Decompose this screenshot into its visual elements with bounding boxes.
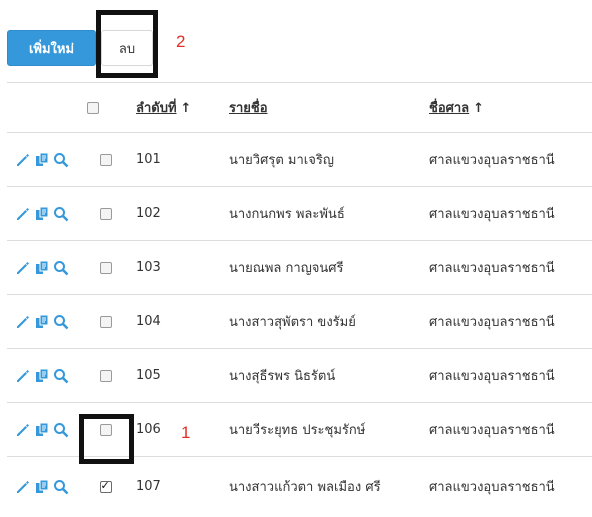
table-row: 106 นายวีระยุทธ ประชุมรักษ์ ศาลแขวงอุบลราช… <box>7 402 592 457</box>
row-checkbox[interactable] <box>99 153 112 166</box>
row-checkbox[interactable] <box>99 423 112 436</box>
row-court: ศาลแขวงอุบลราชธานี <box>419 240 592 295</box>
row-name: นายวิศรุต มาเจริญ <box>219 132 419 187</box>
header-select-all <box>87 82 124 133</box>
copy-icon[interactable] <box>34 422 50 438</box>
records-table: ลำดับที่ ↑ รายชื่อ ชื่อศาล ↑ 101 นายวิศรุต … <box>7 82 592 517</box>
row-name: นายณพล กาญจนศรี <box>219 240 419 295</box>
row-court: ศาลแขวงอุบลราชธานี <box>419 348 592 403</box>
row-order: 105 <box>124 348 219 403</box>
row-name: นายวีระยุทธ ประชุมรักษ์ <box>219 402 419 457</box>
copy-icon[interactable] <box>34 152 50 168</box>
search-icon[interactable] <box>53 260 69 276</box>
row-name: นางสาวสุพัตรา ขงรัมย์ <box>219 294 419 349</box>
copy-icon[interactable] <box>34 479 50 495</box>
row-court: ศาลแขวงอุบลราชธานี <box>419 132 592 187</box>
row-court: ศาลแขวงอุบลราชธานี <box>419 294 592 349</box>
sort-order-link[interactable]: ลำดับที่ <box>136 101 177 116</box>
sort-name-link[interactable]: รายชื่อ <box>229 101 268 116</box>
row-order: 107 <box>124 456 219 517</box>
search-icon[interactable] <box>53 422 69 438</box>
row-name: นางสุธีรพร นิธรัตน์ <box>219 348 419 403</box>
search-icon[interactable] <box>53 152 69 168</box>
search-icon[interactable] <box>53 368 69 384</box>
row-select-cell <box>87 294 124 349</box>
copy-icon[interactable] <box>34 314 50 330</box>
search-icon[interactable] <box>53 206 69 222</box>
row-name: นางสาวแก้วตา พลเมือง ศรี <box>219 456 419 517</box>
pencil-icon[interactable] <box>15 152 31 168</box>
pencil-icon[interactable] <box>15 206 31 222</box>
row-order: 101 <box>124 132 219 187</box>
row-select-cell <box>87 348 124 403</box>
copy-icon[interactable] <box>34 368 50 384</box>
table-row: 101 นายวิศรุต มาเจริญ ศาลแขวงอุบลราชธานี <box>7 132 592 187</box>
table-row: 103 นายณพล กาญจนศรี ศาลแขวงอุบลราชธานี <box>7 240 592 295</box>
row-actions <box>7 186 87 241</box>
row-actions <box>7 240 87 295</box>
pencil-icon[interactable] <box>15 368 31 384</box>
sort-arrow-icon: ↑ <box>473 101 485 116</box>
header-court[interactable]: ชื่อศาล ↑ <box>419 82 592 133</box>
row-order: 106 <box>124 402 219 457</box>
search-icon[interactable] <box>53 479 69 495</box>
row-actions <box>7 456 87 517</box>
pencil-icon[interactable] <box>15 479 31 495</box>
header-order[interactable]: ลำดับที่ ↑ <box>124 82 219 133</box>
row-select-cell <box>87 240 124 295</box>
row-court: ศาลแขวงอุบลราชธานี <box>419 186 592 241</box>
row-select-cell <box>87 132 124 187</box>
add-new-button[interactable]: เพิ่มใหม่ <box>7 30 96 66</box>
row-actions <box>7 294 87 349</box>
row-select-cell <box>87 402 124 457</box>
header-name[interactable]: รายชื่อ <box>219 82 419 133</box>
pencil-icon[interactable] <box>15 260 31 276</box>
pencil-icon[interactable] <box>15 422 31 438</box>
header-actions <box>7 82 87 133</box>
row-name: นางกนกพร พละพันธ์ <box>219 186 419 241</box>
row-actions <box>7 348 87 403</box>
row-select-cell <box>87 186 124 241</box>
row-select-cell <box>87 456 124 517</box>
table-body: 101 นายวิศรุต มาเจริญ ศาลแขวงอุบลราชธานี 10… <box>7 132 592 517</box>
copy-icon[interactable] <box>34 206 50 222</box>
delete-button[interactable]: ลบ <box>101 30 153 66</box>
annotation-number-1: 1 <box>181 423 191 442</box>
table-row: 102 นางกนกพร พละพันธ์ ศาลแขวงอุบลราชธานี <box>7 186 592 241</box>
table-row: 107นางสาวแก้วตา พลเมือง ศรีศาลแขวงอุบลรา… <box>7 456 592 517</box>
row-order: 104 <box>124 294 219 349</box>
row-court: ศาลแขวงอุบลราชธานี <box>419 402 592 457</box>
row-order: 102 <box>124 186 219 241</box>
row-actions <box>7 402 87 457</box>
table-header-row: ลำดับที่ ↑ รายชื่อ ชื่อศาล ↑ <box>7 82 592 133</box>
row-actions <box>7 132 87 187</box>
sort-arrow-icon: ↑ <box>180 101 192 116</box>
row-order: 103 <box>124 240 219 295</box>
row-checkbox[interactable] <box>99 207 112 220</box>
row-court: ศาลแขวงอุบลราชธานี <box>419 456 592 517</box>
row-checkbox[interactable] <box>99 261 112 274</box>
select-all-checkbox[interactable] <box>87 101 99 114</box>
annotation-number-2: 2 <box>176 32 186 51</box>
toolbar: เพิ่มใหม่ ลบ 2 <box>0 0 592 82</box>
search-icon[interactable] <box>53 314 69 330</box>
row-checkbox[interactable] <box>99 479 112 493</box>
sort-court-link[interactable]: ชื่อศาล <box>429 101 469 116</box>
row-checkbox[interactable] <box>99 369 112 382</box>
pencil-icon[interactable] <box>15 314 31 330</box>
table-row: 105 นางสุธีรพร นิธรัตน์ ศาลแขวงอุบลราชธานี <box>7 348 592 403</box>
row-checkbox[interactable] <box>99 315 112 328</box>
table-row: 104 นางสาวสุพัตรา ขงรัมย์ ศาลแขวงอุบลราชธา… <box>7 294 592 349</box>
copy-icon[interactable] <box>34 260 50 276</box>
